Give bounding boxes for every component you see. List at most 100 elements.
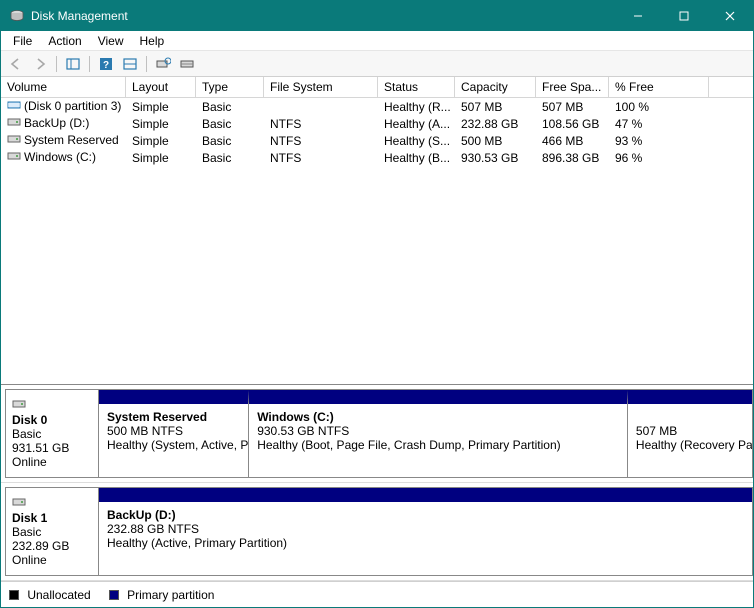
main-area: Volume Layout Type File System Status Ca…: [1, 77, 753, 581]
col-layout[interactable]: Layout: [126, 77, 196, 97]
volume-pctfree: 93 %: [609, 133, 709, 149]
legend-unallocated-label: Unallocated: [27, 588, 90, 602]
menu-action[interactable]: Action: [40, 33, 89, 49]
disk-size: 232.89 GB: [12, 539, 92, 553]
col-capacity[interactable]: Capacity: [455, 77, 536, 97]
maximize-button[interactable]: [661, 1, 707, 31]
toolbar: ?: [1, 51, 753, 77]
forward-button[interactable]: [29, 53, 51, 75]
col-volume[interactable]: Volume: [1, 77, 126, 97]
legend: Unallocated Primary partition: [1, 581, 753, 607]
disk-label-box[interactable]: Disk 1Basic232.89 GBOnline: [5, 487, 99, 576]
disk-name: Disk 1: [12, 511, 92, 525]
partition-size: 930.53 GB NTFS: [257, 424, 619, 438]
legend-unallocated: Unallocated: [9, 588, 91, 602]
titlebar: Disk Management: [1, 1, 753, 31]
swatch-unallocated-icon: [9, 590, 19, 600]
volume-status: Healthy (B...: [378, 150, 455, 166]
drive-icon: [7, 133, 21, 148]
volume-name: System Reserved: [24, 133, 119, 147]
svg-text:?: ?: [103, 60, 109, 71]
partition-title: Windows (C:): [257, 410, 619, 424]
volume-fs: NTFS: [264, 133, 378, 149]
volume-pctfree: 96 %: [609, 150, 709, 166]
volume-name: (Disk 0 partition 3): [24, 99, 121, 113]
graphical-view: Disk 0Basic931.51 GBOnlineSystem Reserve…: [1, 385, 753, 581]
swatch-primary-icon: [109, 590, 119, 600]
volume-capacity: 507 MB: [455, 99, 536, 115]
col-filesystem[interactable]: File System: [264, 77, 378, 97]
back-button[interactable]: [5, 53, 27, 75]
partition-size: 500 MB NTFS: [107, 424, 240, 438]
disk-type: Basic: [12, 525, 92, 539]
col-pctfree[interactable]: % Free: [609, 77, 709, 97]
volume-rows: (Disk 0 partition 3)SimpleBasicHealthy (…: [1, 98, 753, 166]
close-button[interactable]: [707, 1, 753, 31]
partition-title: BackUp (D:): [107, 508, 744, 522]
volume-fs: NTFS: [264, 116, 378, 132]
toolbar-separator: [146, 56, 147, 72]
partition-status: Healthy (Active, Primary Partition): [107, 536, 744, 550]
volume-type: Basic: [196, 150, 264, 166]
volume-pctfree: 100 %: [609, 99, 709, 115]
partition-status: Healthy (Boot, Page File, Crash Dump, Pr…: [257, 438, 619, 452]
help-button[interactable]: ?: [95, 53, 117, 75]
legend-primary-label: Primary partition: [127, 588, 214, 602]
disk-icon: [12, 496, 92, 511]
partition-box[interactable]: Windows (C:)930.53 GB NTFSHealthy (Boot,…: [249, 390, 628, 477]
disk-partitions: BackUp (D:)232.88 GB NTFSHealthy (Active…: [99, 487, 753, 576]
volume-row[interactable]: System ReservedSimpleBasicNTFSHealthy (S…: [1, 132, 753, 149]
volume-capacity: 500 MB: [455, 133, 536, 149]
drive-icon: [7, 99, 21, 114]
col-freespace[interactable]: Free Spa...: [536, 77, 609, 97]
partition-box[interactable]: BackUp (D:)232.88 GB NTFSHealthy (Active…: [99, 488, 752, 575]
disk-label-box[interactable]: Disk 0Basic931.51 GBOnline: [5, 389, 99, 478]
partition-box[interactable]: System Reserved500 MB NTFSHealthy (Syste…: [99, 390, 249, 477]
disk-block: Disk 1Basic232.89 GBOnlineBackUp (D:)232…: [1, 483, 753, 581]
menubar: File Action View Help: [1, 31, 753, 51]
disk-block: Disk 0Basic931.51 GBOnlineSystem Reserve…: [1, 385, 753, 483]
app-icon: [9, 8, 25, 24]
disk-name: Disk 0: [12, 413, 92, 427]
volume-free: 896.38 GB: [536, 150, 609, 166]
minimize-button[interactable]: [615, 1, 661, 31]
window: Disk Management File Action View Help: [0, 0, 754, 608]
col-type[interactable]: Type: [196, 77, 264, 97]
partition-size: 232.88 GB NTFS: [107, 522, 744, 536]
show-hide-console-tree-button[interactable]: [62, 53, 84, 75]
volume-row[interactable]: Windows (C:)SimpleBasicNTFSHealthy (B...…: [1, 149, 753, 166]
disk-state: Online: [12, 553, 92, 567]
menu-file[interactable]: File: [5, 33, 40, 49]
disk-state: Online: [12, 455, 92, 469]
volume-pctfree: 47 %: [609, 116, 709, 132]
volume-layout: Simple: [126, 116, 196, 132]
volume-fs: NTFS: [264, 150, 378, 166]
volume-layout: Simple: [126, 133, 196, 149]
volume-layout: Simple: [126, 150, 196, 166]
toolbar-separator: [56, 56, 57, 72]
col-status[interactable]: Status: [378, 77, 455, 97]
partition-title: System Reserved: [107, 410, 240, 424]
volume-row[interactable]: BackUp (D:)SimpleBasicNTFSHealthy (A...2…: [1, 115, 753, 132]
volume-status: Healthy (R...: [378, 99, 455, 115]
volume-layout: Simple: [126, 99, 196, 115]
drive-icon: [7, 116, 21, 131]
partition-status: Healthy (System, Active, Primary Partiti…: [107, 438, 240, 452]
rescan-disks-button[interactable]: [152, 53, 174, 75]
partition-box[interactable]: 507 MBHealthy (Recovery Partition): [628, 390, 752, 477]
volume-capacity: 232.88 GB: [455, 116, 536, 132]
volume-fs: [264, 106, 378, 108]
volume-row[interactable]: (Disk 0 partition 3)SimpleBasicHealthy (…: [1, 98, 753, 115]
menu-help[interactable]: Help: [132, 33, 173, 49]
volume-type: Basic: [196, 116, 264, 132]
menu-view[interactable]: View: [90, 33, 132, 49]
refresh-button[interactable]: [119, 53, 141, 75]
volume-list: Volume Layout Type File System Status Ca…: [1, 77, 753, 385]
partition-size: 507 MB: [636, 424, 744, 438]
volume-list-header: Volume Layout Type File System Status Ca…: [1, 77, 753, 98]
volume-status: Healthy (S...: [378, 133, 455, 149]
volume-free: 507 MB: [536, 99, 609, 115]
properties-button[interactable]: [176, 53, 198, 75]
volume-free: 466 MB: [536, 133, 609, 149]
partition-status: Healthy (Recovery Partition): [636, 438, 744, 452]
